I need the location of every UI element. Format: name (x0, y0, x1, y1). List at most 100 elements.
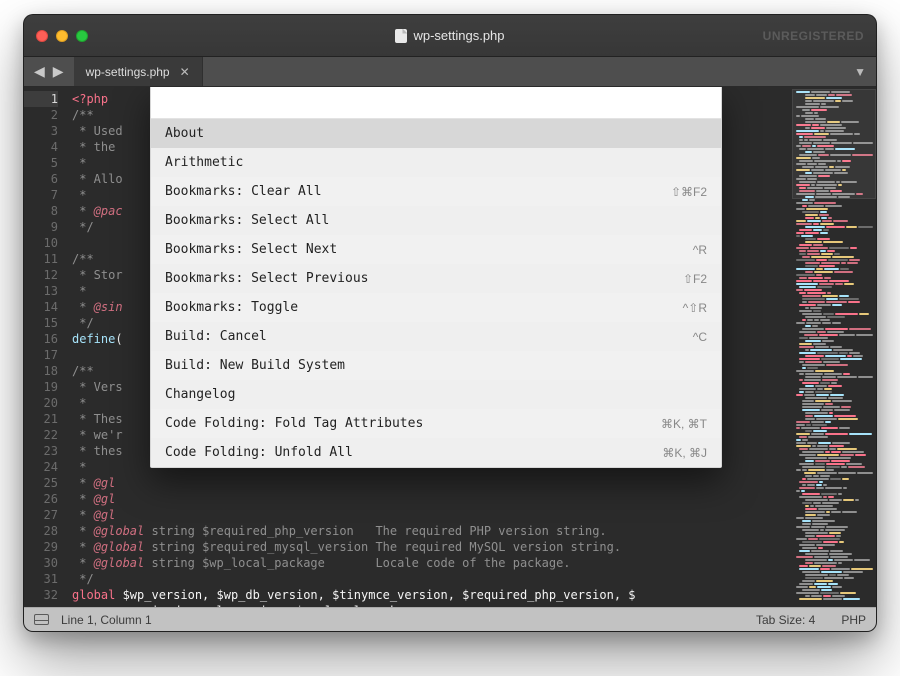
line-number: 31 (24, 571, 58, 587)
line-number: 21 (24, 411, 58, 427)
code-line[interactable]: * @global string $required_mysql_version… (72, 539, 792, 555)
line-number: 5 (24, 155, 58, 171)
code-line[interactable]: * @gl (72, 491, 792, 507)
line-number: 22 (24, 427, 58, 443)
palette-item[interactable]: Bookmarks: Clear All⇧⌘F2 (151, 177, 721, 206)
palette-item-label: Bookmarks: Select All (165, 213, 329, 229)
tab-strip: ◀ ▶ wp-settings.php ✕ ▼ (24, 57, 876, 87)
line-number: 25 (24, 475, 58, 491)
palette-item[interactable]: Build: Cancel^C (151, 322, 721, 351)
line-number: 24 (24, 459, 58, 475)
palette-item-shortcut: ⌘K, ⌘T (661, 416, 707, 432)
palette-item[interactable]: Bookmarks: Select Next ^R (151, 235, 721, 264)
line-number: 12 (24, 267, 58, 283)
code-line[interactable]: */ (72, 571, 792, 587)
line-number: 8 (24, 203, 58, 219)
minimap[interactable] (792, 87, 876, 607)
palette-item[interactable]: Bookmarks: Toggle ^⇧R (151, 293, 721, 322)
window-title: wp-settings.php (24, 28, 876, 43)
palette-item-label: Build: Cancel (165, 329, 267, 345)
editor-window: wp-settings.php UNREGISTERED ◀ ▶ wp-sett… (23, 14, 877, 632)
command-palette: About Arithmetic Bookmarks: Clear All⇧⌘F2 B… (150, 87, 722, 468)
line-number: 19 (24, 379, 58, 395)
palette-item[interactable]: About (151, 119, 721, 148)
line-number: 2 (24, 107, 58, 123)
line-number: 23 (24, 443, 58, 459)
code-line[interactable]: * @gl (72, 507, 792, 523)
line-number: 18 (24, 363, 58, 379)
minimap-viewport[interactable] (792, 89, 876, 199)
palette-item-label: Bookmarks: Select Next (165, 242, 337, 258)
line-number: 32 (24, 587, 58, 603)
tab-label: wp-settings.php (86, 65, 170, 79)
panel-toggle-icon[interactable] (34, 614, 49, 625)
tabs-dropdown-icon[interactable]: ▼ (854, 65, 866, 79)
line-number-gutter: 1234567891011121314151617181920212223242… (24, 87, 66, 607)
line-number: 20 (24, 395, 58, 411)
line-number: 6 (24, 171, 58, 187)
palette-item[interactable]: Arithmetic (151, 148, 721, 177)
line-number: 26 (24, 491, 58, 507)
palette-item[interactable]: Code Folding: Unfold All ⌘K, ⌘J (151, 438, 721, 467)
palette-item-shortcut: ⇧F2 (683, 271, 707, 287)
nav-arrows: ◀ ▶ (24, 57, 74, 86)
palette-item-label: About (165, 126, 204, 142)
line-number: 4 (24, 139, 58, 155)
tab-active[interactable]: wp-settings.php ✕ (74, 57, 203, 86)
window-maximize-button[interactable] (76, 30, 88, 42)
palette-item-label: Bookmarks: Toggle (165, 300, 298, 316)
status-bar: Line 1, Column 1 Tab Size: 4 PHP (24, 607, 876, 631)
document-icon (395, 29, 407, 43)
palette-item-label: Bookmarks: Select Previous (165, 271, 369, 287)
line-number: 27 (24, 507, 58, 523)
palette-item-label: Build: New Build System (165, 358, 345, 374)
line-number: 10 (24, 235, 58, 251)
window-close-button[interactable] (36, 30, 48, 42)
palette-item[interactable]: Bookmarks: Select Previous ⇧F2 (151, 264, 721, 293)
tab-close-icon[interactable]: ✕ (180, 65, 190, 79)
line-number: 29 (24, 539, 58, 555)
line-number: 13 (24, 283, 58, 299)
palette-item-label: Code Folding: Unfold All (165, 445, 353, 461)
window-minimize-button[interactable] (56, 30, 68, 42)
palette-item-label: Changelog (165, 387, 235, 403)
line-number (24, 603, 58, 607)
line-number: 7 (24, 187, 58, 203)
status-language[interactable]: PHP (841, 613, 866, 627)
window-title-text: wp-settings.php (413, 28, 504, 43)
code-line[interactable]: global $wp_version, $wp_db_version, $tin… (72, 587, 792, 603)
line-number: 1 (24, 91, 58, 107)
palette-item-label: Arithmetic (165, 155, 243, 171)
command-palette-input[interactable] (151, 87, 721, 119)
editor-area: 1234567891011121314151617181920212223242… (24, 87, 792, 607)
code-line[interactable]: * @gl (72, 475, 792, 491)
line-number: 30 (24, 555, 58, 571)
palette-item-shortcut: ⌘K, ⌘J (662, 445, 707, 461)
palette-item-shortcut: ^R (693, 242, 707, 258)
line-number: 15 (24, 315, 58, 331)
titlebar: wp-settings.php UNREGISTERED (24, 15, 876, 57)
palette-item-shortcut: ⇧⌘F2 (671, 184, 707, 200)
line-number: 3 (24, 123, 58, 139)
palette-item[interactable]: Bookmarks: Select All (151, 206, 721, 235)
palette-item[interactable]: Code Folding: Fold Tag Attributes⌘K, ⌘T (151, 409, 721, 438)
line-number: 9 (24, 219, 58, 235)
line-number: 16 (24, 331, 58, 347)
nav-forward-icon[interactable]: ▶ (53, 63, 64, 80)
palette-item-shortcut: ^⇧R (683, 300, 707, 316)
editor-body: 1234567891011121314151617181920212223242… (24, 87, 876, 607)
palette-item[interactable]: Build: New Build System (151, 351, 721, 380)
code-line[interactable]: * @global string $required_php_version T… (72, 523, 792, 539)
line-number: 11 (24, 251, 58, 267)
status-tab-size[interactable]: Tab Size: 4 (756, 613, 815, 627)
nav-back-icon[interactable]: ◀ (34, 63, 45, 80)
line-number: 17 (24, 347, 58, 363)
palette-item[interactable]: Changelog (151, 380, 721, 409)
command-palette-list: About Arithmetic Bookmarks: Clear All⇧⌘F2 B… (151, 119, 721, 467)
traffic-lights (36, 30, 88, 42)
line-number: 28 (24, 523, 58, 539)
registration-badge: UNREGISTERED (763, 29, 864, 43)
code-line[interactable]: * @global string $wp_local_package Local… (72, 555, 792, 571)
status-cursor-position[interactable]: Line 1, Column 1 (61, 613, 152, 627)
code-line[interactable]: required_mysql_version, $wp_local_packag… (72, 603, 792, 607)
